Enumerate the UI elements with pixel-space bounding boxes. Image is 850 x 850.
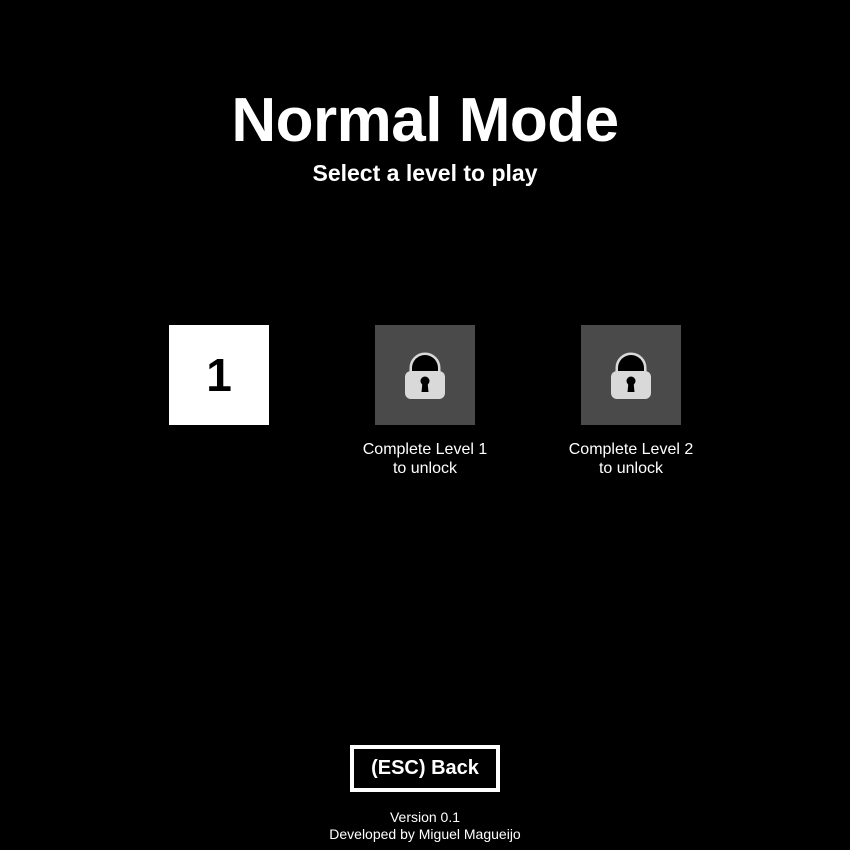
page-subtitle: Select a level to play: [312, 160, 538, 186]
developer-credit: Developed by Miguel Magueijo: [329, 826, 521, 842]
lock-icon: [404, 349, 446, 401]
page-title: Normal Mode: [231, 86, 619, 155]
level-2-locked-tile: [375, 325, 475, 425]
lock-icon: [610, 349, 652, 401]
version-text: Version 0.1: [389, 809, 461, 825]
level-3-unlock-caption: Complete Level 2 to unlock: [568, 441, 694, 477]
level-1-number: 1: [206, 349, 232, 401]
level-3-locked-tile: [581, 325, 681, 425]
level-2-unlock-caption: Complete Level 1 to unlock: [362, 441, 488, 477]
back-button[interactable]: (ESC) Back: [350, 745, 500, 792]
level-1-button[interactable]: 1: [169, 325, 269, 425]
